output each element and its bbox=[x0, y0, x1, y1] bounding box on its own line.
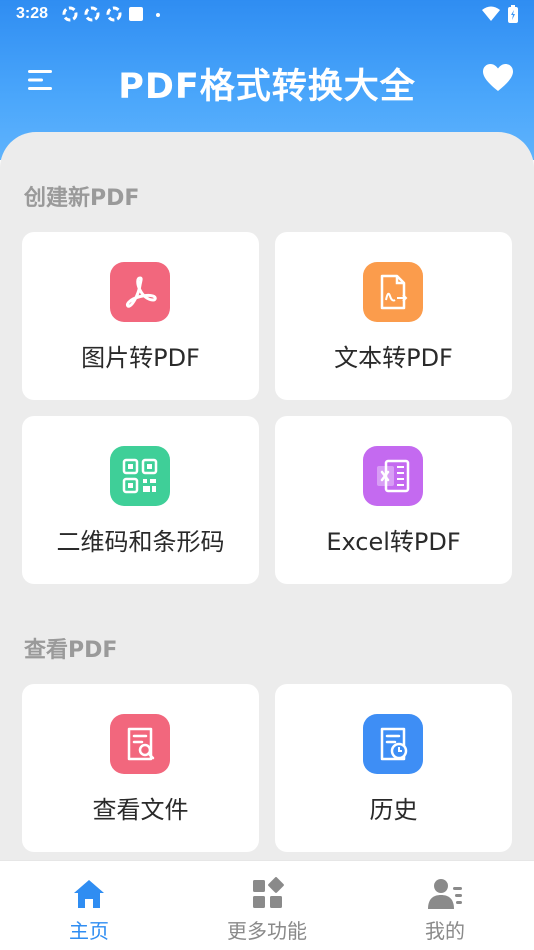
square-notification-icon bbox=[129, 7, 143, 21]
tab-more[interactable]: 更多功能 bbox=[178, 861, 356, 950]
title-bar: PDF格式转换大全 bbox=[0, 40, 534, 120]
image-to-pdf-card[interactable]: 图片转PDF bbox=[22, 232, 259, 400]
qr-barcode-card[interactable]: 二维码和条形码 bbox=[22, 416, 259, 584]
tab-label: 主页 bbox=[69, 919, 109, 943]
view-file-icon bbox=[110, 714, 170, 774]
grid-icon bbox=[253, 877, 284, 908]
status-bar: 3:28 bbox=[0, 0, 534, 30]
pdf-acrobat-icon bbox=[110, 262, 170, 322]
history-card[interactable]: 历史 bbox=[275, 684, 512, 852]
tab-home[interactable]: 主页 bbox=[0, 861, 178, 950]
card-label: 查看文件 bbox=[92, 796, 189, 824]
dot-notification-icon bbox=[156, 13, 160, 17]
sync-notification-icon bbox=[106, 6, 122, 22]
excel-icon bbox=[363, 446, 423, 506]
wifi-icon bbox=[482, 6, 500, 21]
section-title-view: 查看PDF bbox=[24, 638, 118, 663]
bottom-tab-bar: 主页 更多功能 我的 bbox=[0, 860, 534, 950]
sync-notification-icon bbox=[84, 6, 100, 22]
qr-code-icon bbox=[110, 446, 170, 506]
text-to-pdf-card[interactable]: 文本转PDF bbox=[275, 232, 512, 400]
tab-label: 我的 bbox=[425, 919, 465, 943]
status-time: 3:28 bbox=[16, 5, 49, 22]
home-icon bbox=[74, 880, 104, 908]
view-file-card[interactable]: 查看文件 bbox=[22, 684, 259, 852]
history-icon bbox=[363, 714, 423, 774]
tab-mine[interactable]: 我的 bbox=[356, 861, 534, 950]
card-label: 历史 bbox=[369, 796, 418, 824]
text-document-icon bbox=[363, 262, 423, 322]
battery-icon bbox=[508, 5, 518, 23]
card-label: 图片转PDF bbox=[81, 344, 200, 372]
system-icons bbox=[482, 5, 518, 23]
notification-icons bbox=[62, 6, 166, 22]
sync-notification-icon bbox=[62, 6, 78, 22]
card-label: 文本转PDF bbox=[334, 344, 453, 372]
profile-icon bbox=[428, 879, 462, 909]
excel-to-pdf-card[interactable]: Excel转PDF bbox=[275, 416, 512, 584]
section-title-create: 创建新PDF bbox=[24, 186, 140, 211]
card-label: Excel转PDF bbox=[326, 528, 461, 556]
heart-icon[interactable] bbox=[482, 62, 514, 94]
card-label: 二维码和条形码 bbox=[56, 528, 225, 556]
app-title: PDF格式转换大全 bbox=[118, 67, 416, 107]
tab-label: 更多功能 bbox=[227, 919, 307, 943]
main-content: 创建新PDF 图片转PDF 文本转PDF 二维码和条形码 Excel转PDF 查… bbox=[0, 132, 534, 860]
